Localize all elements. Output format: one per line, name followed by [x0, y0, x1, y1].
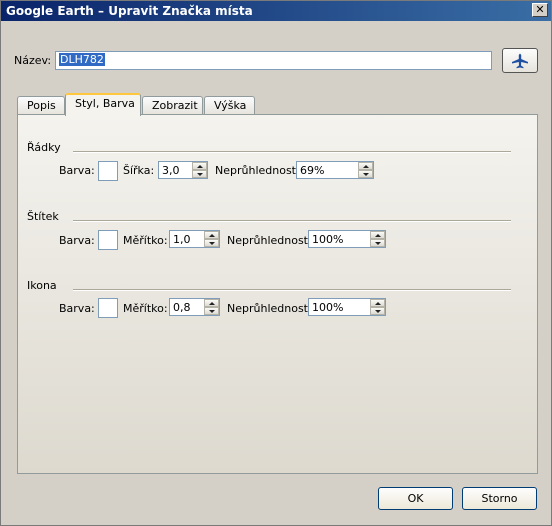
airplane-icon — [512, 53, 528, 68]
ok-button[interactable]: OK — [378, 487, 453, 510]
lines-width-label: Šířka: — [123, 164, 155, 177]
icon-opacity-spinner[interactable]: 100% — [308, 298, 386, 316]
label-scale-label: Měřítko: — [123, 234, 168, 247]
lines-opacity-label: Neprůhlednost: — [215, 164, 300, 177]
icon-scale-value: 0,8 — [173, 301, 191, 314]
tab-styl-barva[interactable]: Styl, Barva — [65, 93, 141, 116]
lines-group-divider — [73, 151, 511, 153]
spin-down-icon[interactable] — [370, 239, 385, 247]
lines-width-spinner[interactable]: 3,0 — [158, 161, 208, 179]
label-scale-spinner[interactable]: 1,0 — [169, 230, 220, 248]
window-title: Google Earth – Upravit Značka místa — [6, 4, 253, 18]
close-icon[interactable]: ✕ — [532, 3, 548, 17]
name-label: Název: — [14, 54, 52, 67]
lines-opacity-value: 69% — [300, 164, 325, 177]
spin-up-icon[interactable] — [370, 231, 385, 239]
edit-placemark-dialog: Google Earth – Upravit Značka místa ✕ Ná… — [0, 0, 552, 526]
icon-color-label: Barva: — [59, 302, 95, 315]
lines-opacity-spinner[interactable]: 69% — [296, 161, 374, 179]
icon-opacity-label: Neprůhlednost: — [227, 302, 312, 315]
spin-down-icon[interactable] — [358, 170, 373, 178]
label-opacity-spinner[interactable]: 100% — [308, 230, 386, 248]
lines-group-title: Řádky — [27, 141, 61, 154]
spin-up-icon[interactable] — [358, 162, 373, 170]
tab-label: Styl, Barva — [75, 97, 135, 110]
tab-label: Zobrazit — [152, 99, 198, 112]
label-scale-value: 1,0 — [173, 233, 191, 246]
tab-zobrazit[interactable]: Zobrazit — [142, 96, 203, 114]
spin-down-icon[interactable] — [192, 170, 207, 178]
icon-opacity-value: 100% — [312, 301, 344, 314]
spin-down-icon[interactable] — [204, 307, 219, 315]
label-group-divider — [73, 220, 511, 222]
title-bar: Google Earth – Upravit Značka místa ✕ — [1, 1, 551, 21]
tab-label: Popis — [27, 99, 56, 112]
cancel-button[interactable]: Storno — [462, 487, 537, 510]
tab-label: Výška — [214, 99, 247, 112]
name-value: DLH782 — [59, 53, 105, 66]
label-opacity-value: 100% — [312, 233, 344, 246]
label-color-swatch[interactable] — [98, 230, 118, 250]
label-opacity-label: Neprůhlednost: — [227, 234, 312, 247]
tab-popis[interactable]: Popis — [17, 96, 65, 114]
placemark-icon-button[interactable] — [502, 48, 538, 73]
spin-up-icon[interactable] — [192, 162, 207, 170]
name-input[interactable]: DLH782 — [55, 51, 492, 70]
lines-color-swatch[interactable] — [98, 161, 118, 181]
spin-up-icon[interactable] — [204, 299, 219, 307]
spin-up-icon[interactable] — [204, 231, 219, 239]
icon-scale-label: Měřítko: — [123, 302, 168, 315]
label-color-label: Barva: — [59, 234, 95, 247]
icon-scale-spinner[interactable]: 0,8 — [169, 298, 220, 316]
lines-width-value: 3,0 — [162, 164, 180, 177]
tab-vyska[interactable]: Výška — [204, 96, 255, 114]
icon-group-divider — [73, 289, 511, 291]
spin-down-icon[interactable] — [204, 239, 219, 247]
spin-up-icon[interactable] — [370, 299, 385, 307]
spin-down-icon[interactable] — [370, 307, 385, 315]
lines-color-label: Barva: — [59, 164, 95, 177]
icon-group-title: Ikona — [27, 279, 57, 292]
label-group-title: Štítek — [27, 210, 59, 223]
icon-color-swatch[interactable] — [98, 298, 118, 318]
